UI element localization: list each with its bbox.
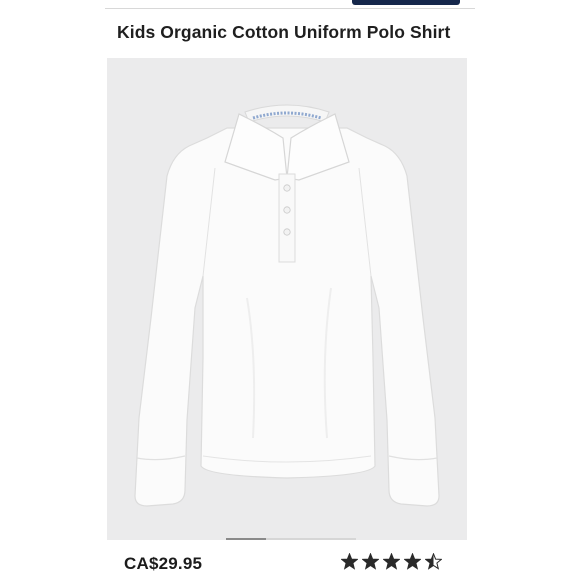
star-icon — [341, 553, 358, 570]
carousel-progress-thumb — [226, 538, 266, 540]
star-icon — [362, 553, 379, 570]
top-divider — [105, 8, 475, 9]
product-title: Kids Organic Cotton Uniform Polo Shirt — [117, 22, 451, 42]
rating-stars[interactable] — [341, 553, 442, 570]
star-icon — [404, 553, 421, 570]
product-image-carousel[interactable] — [107, 58, 467, 540]
product-detail-screen: Kids Organic Cotton Uniform Polo Shirt C… — [0, 0, 580, 580]
carousel-progress[interactable] — [226, 538, 356, 540]
product-price: CA$29.95 — [124, 554, 203, 573]
top-nav-button[interactable] — [352, 0, 460, 5]
star-icon — [425, 553, 442, 570]
star-icon — [383, 553, 400, 570]
polo-shirt-image — [134, 104, 440, 507]
